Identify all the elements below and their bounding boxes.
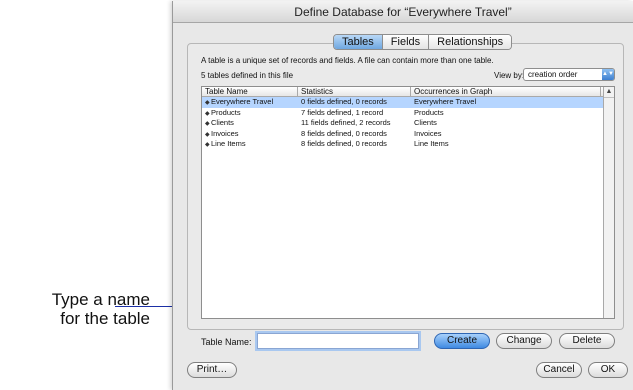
tab-fields[interactable]: Fields xyxy=(382,35,430,49)
tab-relationships[interactable]: Relationships xyxy=(429,35,512,49)
callout-line-2: for the table xyxy=(60,309,150,328)
occurrence-cell: Line Items xyxy=(414,139,449,148)
table-row[interactable]: ◆Invoices 8 fields defined, 0 records In… xyxy=(202,129,614,140)
table-row[interactable]: ◆Products 7 fields defined, 1 record Pro… xyxy=(202,108,614,119)
dialog-title: Define Database for “Everywhere Travel” xyxy=(173,1,633,23)
tab-bar: Tables Fields Relationships xyxy=(333,34,513,50)
print-button[interactable]: Print… xyxy=(187,362,237,378)
tables-count: 5 tables defined in this file xyxy=(201,71,294,80)
delete-button[interactable]: Delete xyxy=(559,333,615,349)
column-header-table-name[interactable]: Table Name xyxy=(202,87,298,96)
occurrence-cell: Clients xyxy=(414,118,437,127)
column-header-occurrences[interactable]: Occurrences in Graph xyxy=(411,87,601,96)
table-row[interactable]: ◆Clients 11 fields defined, 2 records Cl… xyxy=(202,118,614,129)
table-name-cell: Everywhere Travel xyxy=(211,97,274,106)
tab-tables[interactable]: Tables xyxy=(334,35,383,49)
tables-description: A table is a unique set of records and f… xyxy=(201,56,494,65)
column-header-statistics[interactable]: Statistics xyxy=(298,87,411,96)
statistics-cell: 0 fields defined, 0 records xyxy=(301,97,387,106)
table-name-cell: Clients xyxy=(211,118,234,127)
table-name-input[interactable] xyxy=(257,333,419,349)
table-name-cell: Invoices xyxy=(211,128,239,138)
statistics-cell: 8 fields defined, 0 records xyxy=(301,128,387,138)
table-name-cell: Products xyxy=(211,107,241,117)
change-button[interactable]: Change xyxy=(496,333,552,349)
statistics-cell: 7 fields defined, 1 record xyxy=(301,107,384,117)
select-arrows-icon: ▲▼ xyxy=(602,69,614,80)
table-name-label: Table Name: xyxy=(201,337,252,347)
occurrence-cell: Invoices xyxy=(414,128,442,138)
statistics-cell: 8 fields defined, 0 records xyxy=(301,139,387,148)
create-button[interactable]: Create xyxy=(434,333,490,349)
view-by-label: View by: xyxy=(494,71,525,80)
occurrence-cell: Products xyxy=(414,107,444,117)
scroll-up-arrow-icon[interactable]: ▲ xyxy=(604,87,614,98)
callout-text: Type a name for the table xyxy=(0,290,150,328)
view-by-value: creation order xyxy=(528,70,578,79)
define-database-dialog: Define Database for “Everywhere Travel” … xyxy=(172,1,633,390)
cancel-button[interactable]: Cancel xyxy=(536,362,582,378)
view-by-select[interactable]: creation order ▲▼ xyxy=(523,68,615,81)
table-row[interactable]: ◆Everywhere Travel 0 fields defined, 0 r… xyxy=(202,97,614,108)
table-name-cell: Line Items xyxy=(211,139,246,148)
occurrence-cell: Everywhere Travel xyxy=(414,97,477,106)
vertical-scrollbar[interactable]: ▲ xyxy=(603,87,614,318)
statistics-cell: 11 fields defined, 2 records xyxy=(301,118,391,127)
table-row[interactable]: ◆Line Items 8 fields defined, 0 records … xyxy=(202,139,614,150)
ok-button[interactable]: OK xyxy=(588,362,628,378)
table-header: Table Name Statistics Occurrences in Gra… xyxy=(202,87,614,97)
tables-list: Table Name Statistics Occurrences in Gra… xyxy=(201,86,615,319)
